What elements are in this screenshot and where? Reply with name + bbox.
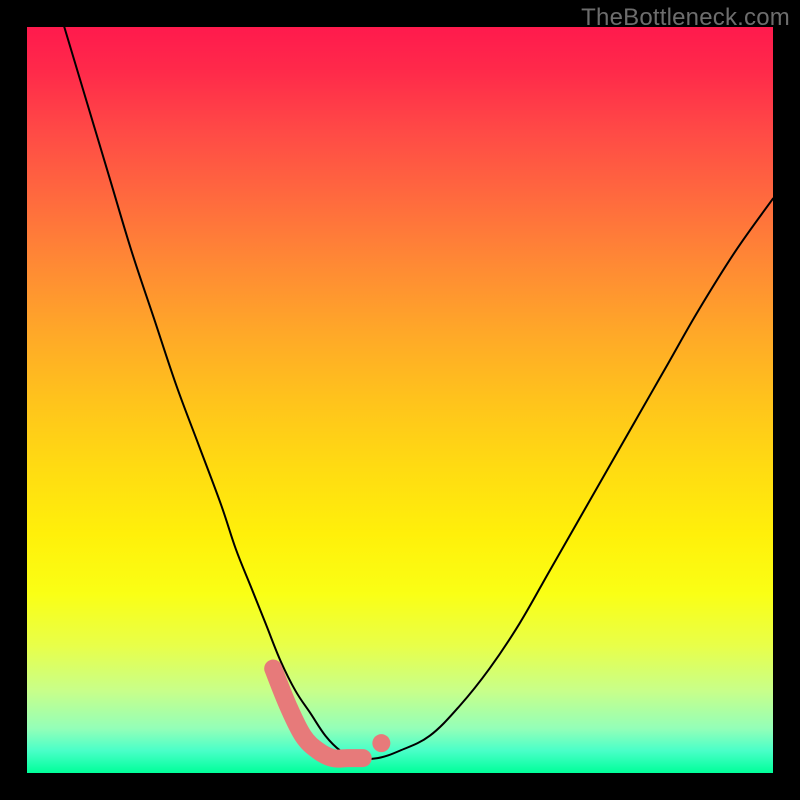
highlight-point xyxy=(372,734,390,752)
chart-svg xyxy=(27,27,773,773)
chart-frame: TheBottleneck.com xyxy=(0,0,800,800)
trough-highlight xyxy=(273,669,363,759)
bottleneck-curve xyxy=(64,27,773,759)
